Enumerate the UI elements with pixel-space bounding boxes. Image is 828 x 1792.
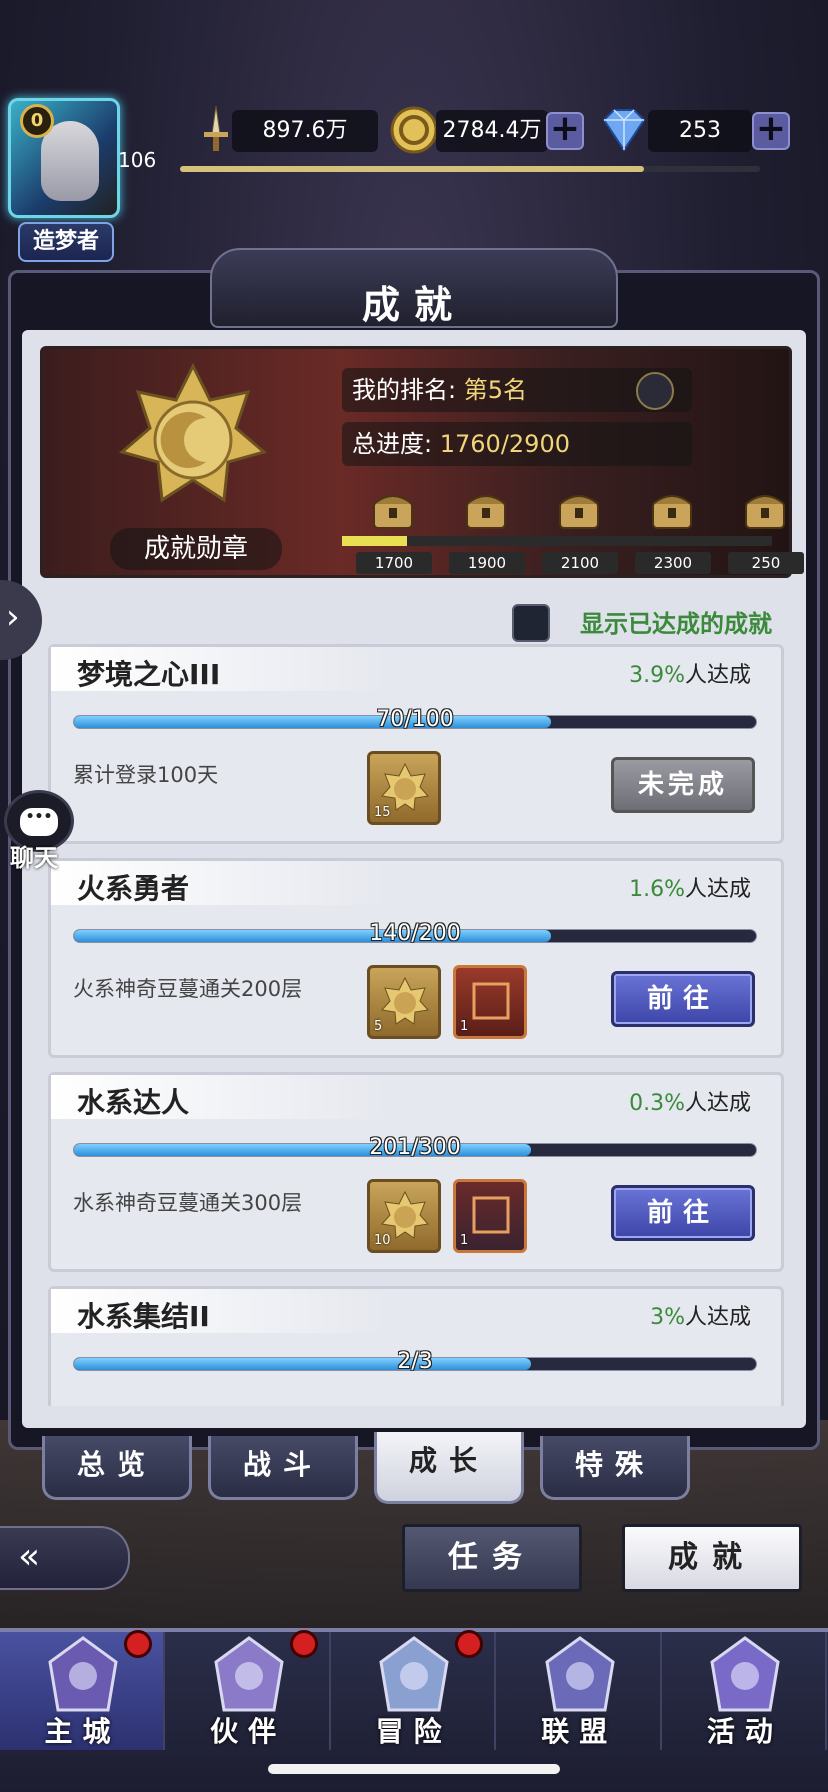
add-gold-button[interactable]: + (546, 111, 584, 150)
nav-icon-3 (535, 1632, 625, 1718)
achievement-action-button[interactable]: 前往 (611, 1185, 755, 1241)
achievement-name: 梦境之心III (77, 658, 221, 691)
avatar-face (41, 121, 99, 201)
reward-water-frame-icon[interactable]: 1 (453, 1179, 527, 1253)
nav-label: 冒险 (375, 1715, 452, 1748)
progress-label: 总进度: (352, 430, 433, 458)
chat-label: 聊天 (10, 844, 58, 872)
exp-bar (180, 166, 760, 172)
progress-row: 总进度: 1760/2900 (342, 422, 692, 466)
milestone-label: 1700 (356, 552, 432, 574)
back-button[interactable]: « (0, 1526, 130, 1590)
achievement-progress-text: 70/100 (376, 707, 454, 732)
chest-icon[interactable] (740, 484, 790, 534)
progress-value: 1760/2900 (439, 430, 570, 458)
reward-fire-frame-icon[interactable]: 1 (453, 965, 527, 1039)
achievement-action-button[interactable]: 未完成 (611, 757, 755, 813)
nav-icon-4 (700, 1632, 790, 1718)
show-completed-label: 显示已达成的成就 (580, 610, 772, 638)
achievement-card: 水系集结II 3%人达成 2/3 (48, 1286, 784, 1406)
gem-icon (602, 109, 646, 152)
achievement-name: 水系达人 (77, 1086, 190, 1119)
chat-bubble-icon: ••• (20, 808, 58, 836)
nav-label: 活动 (706, 1715, 783, 1748)
milestone-label: 2100 (542, 552, 618, 574)
tab-0[interactable]: 总览 (42, 1436, 192, 1500)
chest-icon[interactable] (368, 484, 418, 534)
chest-icon[interactable] (461, 484, 511, 534)
panel-title: 成就 (361, 283, 466, 327)
magnifier-icon[interactable] (636, 372, 674, 410)
achievement-description: 累计登录100天 (73, 763, 219, 787)
achievement-percent: 3%人达成 (650, 1305, 751, 1330)
task-switch[interactable]: 任务 (402, 1524, 582, 1592)
reward-medal-icon[interactable]: 15 (367, 751, 441, 825)
achievement-card: 水系达人 0.3%人达成 201/300 水系神奇豆蔓通关300层 10 1 前往 (48, 1072, 784, 1272)
achievement-switch[interactable]: 成就 (622, 1524, 802, 1592)
show-completed-checkbox[interactable] (512, 604, 550, 642)
achievement-card: 火系勇者 1.6%人达成 140/200 火系神奇豆蔓通关200层 5 1 前往 (48, 858, 784, 1058)
add-gems-button[interactable]: + (752, 111, 790, 150)
tab-2[interactable]: 成长 (374, 1432, 524, 1504)
vip-badge: 0 (20, 104, 54, 138)
nav-icon-2 (369, 1632, 459, 1718)
achievement-name: 水系集结II (77, 1300, 210, 1333)
gold-value: 2784.4万 (436, 110, 548, 152)
achievement-percent: 1.6%人达成 (629, 877, 751, 902)
notification-dot (455, 1630, 484, 1658)
achievement-progress-text: 140/200 (369, 921, 461, 946)
nav-label: 联盟 (541, 1715, 618, 1748)
gold-coin-icon (390, 106, 438, 154)
achievement-medal-icon (118, 362, 268, 503)
achievement-percent: 3.9%人达成 (629, 663, 751, 688)
achievement-card: 梦境之心III 3.9%人达成 70/100 累计登录100天 15 未完成 (48, 644, 784, 844)
nav-icon-0 (38, 1632, 128, 1718)
achievement-progress-text: 2/3 (397, 1349, 433, 1374)
achievement-name: 火系勇者 (77, 872, 190, 905)
tab-3[interactable]: 特殊 (540, 1436, 690, 1500)
rank-label: 我的排名: (352, 376, 457, 404)
reward-medal-icon[interactable]: 5 (367, 965, 441, 1039)
achievement-description: 火系神奇豆蔓通关200层 (73, 977, 303, 1001)
player-level: 106 (118, 148, 157, 172)
milestone-label: 1900 (449, 552, 525, 574)
achievement-description: 水系神奇豆蔓通关300层 (73, 1191, 303, 1215)
home-indicator (268, 1764, 560, 1774)
milestone-label: 250 (728, 552, 804, 574)
power-value: 897.6万 (232, 110, 378, 152)
rank-value: 第5名 (463, 376, 528, 404)
milestone-label: 2300 (635, 552, 711, 574)
milestone-bar (342, 536, 772, 546)
gems-value: 253 (648, 110, 752, 152)
notification-dot (124, 1630, 152, 1658)
medal-label: 成就勋章 (110, 528, 282, 570)
reward-medal-icon[interactable]: 10 (367, 1179, 441, 1253)
achievement-action-button[interactable]: 前往 (611, 971, 755, 1027)
nav-label: 伙伴 (210, 1715, 287, 1748)
achievement-list[interactable]: 梦境之心III 3.9%人达成 70/100 累计登录100天 15 未完成 火系勇者 1.6… (44, 644, 788, 1406)
chest-icon[interactable] (647, 484, 697, 534)
player-title-badge[interactable]: 造梦者 (18, 222, 114, 262)
notification-dot (289, 1630, 318, 1658)
tab-1[interactable]: 战斗 (208, 1436, 358, 1500)
nav-label: 主城 (44, 1715, 121, 1748)
chest-icon[interactable] (554, 484, 604, 534)
nav-icon-1 (204, 1632, 294, 1718)
achievement-percent: 0.3%人达成 (629, 1091, 751, 1116)
achievement-progress-text: 201/300 (369, 1135, 461, 1160)
